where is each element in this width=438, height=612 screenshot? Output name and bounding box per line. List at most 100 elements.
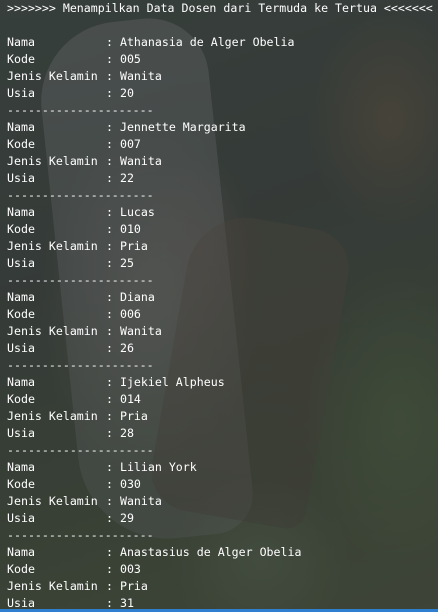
lecturer-records: Nama: Athanasia de Alger Obelia Kode: 005… [7, 34, 438, 612]
field-label: Kode [7, 562, 35, 576]
field-value: 22 [119, 171, 134, 185]
field-value: Wanita [119, 494, 162, 508]
field-value: 030 [119, 477, 141, 491]
field-colon: : [106, 460, 120, 474]
record-field-jenis-kelamin: Jenis Kelamin: Wanita [7, 493, 438, 510]
record-separator: --------------------- [7, 188, 154, 202]
field-colon: : [106, 545, 120, 559]
record-field-usia: Usia: 28 [7, 425, 438, 442]
lecturer-record: Nama: Diana Kode: 006 Jenis Kelamin: Wanit… [7, 289, 438, 374]
lecturer-record: Nama: Anastasius de Alger Obelia Kode: 00… [7, 544, 438, 612]
lecturer-record: Nama: Jennette Margarita Kode: 007 Jenis K… [7, 119, 438, 204]
field-value: 005 [119, 52, 141, 66]
field-label: Usia [7, 171, 35, 185]
record-field-kode: Kode: 030 [7, 476, 438, 493]
record-field-nama: Nama: Lucas [7, 204, 438, 221]
field-colon: : [106, 392, 120, 406]
field-label: Kode [7, 392, 35, 406]
field-label: Usia [7, 341, 35, 355]
field-value: 007 [119, 137, 141, 151]
record-field-kode: Kode: 007 [7, 136, 438, 153]
field-value: 014 [119, 392, 141, 406]
record-separator: --------------------- [7, 528, 154, 542]
record-field-kode: Kode: 005 [7, 51, 438, 68]
record-field-jenis-kelamin: Jenis Kelamin: Pria [7, 578, 438, 595]
record-field-jenis-kelamin: Jenis Kelamin: Wanita [7, 323, 438, 340]
field-value: Jennette Margarita [119, 120, 246, 134]
record-field-jenis-kelamin: Jenis Kelamin: Pria [7, 238, 438, 255]
field-value: Anastasius de Alger Obelia [119, 545, 302, 559]
field-value: 006 [119, 307, 141, 321]
field-colon: : [106, 171, 120, 185]
record-field-nama: Nama: Athanasia de Alger Obelia [7, 34, 438, 51]
record-field-kode: Kode: 014 [7, 391, 438, 408]
field-colon: : [106, 307, 120, 321]
field-label: Jenis Kelamin [7, 69, 98, 83]
field-colon: : [106, 256, 120, 270]
field-value: Pria [119, 409, 148, 423]
field-value: Pria [119, 579, 148, 593]
field-colon: : [106, 511, 120, 525]
field-label: Nama [7, 290, 35, 304]
field-label: Usia [7, 86, 35, 100]
record-field-nama: Nama: Diana [7, 289, 438, 306]
field-value: 29 [119, 511, 134, 525]
field-colon: : [106, 137, 120, 151]
record-field-kode: Kode: 010 [7, 221, 438, 238]
field-label: Kode [7, 137, 35, 151]
field-label: Jenis Kelamin [7, 579, 98, 593]
field-label: Usia [7, 256, 35, 270]
field-colon: : [106, 290, 120, 304]
field-label: Nama [7, 545, 35, 559]
record-field-usia: Usia: 22 [7, 170, 438, 187]
record-field-nama: Nama: Ijekiel Alpheus [7, 374, 438, 391]
field-label: Nama [7, 205, 35, 219]
field-value: 003 [119, 562, 141, 576]
field-label: Nama [7, 120, 35, 134]
lecturer-record: Nama: Ijekiel Alpheus Kode: 014 Jenis Kela… [7, 374, 438, 459]
record-field-nama: Nama: Lilian York [7, 459, 438, 476]
field-value: Lucas [119, 205, 155, 219]
field-label: Jenis Kelamin [7, 324, 98, 338]
field-label: Jenis Kelamin [7, 409, 98, 423]
field-colon: : [106, 494, 120, 508]
field-colon: : [106, 324, 120, 338]
field-label: Kode [7, 222, 35, 236]
record-field-nama: Nama: Jennette Margarita [7, 119, 438, 136]
field-value: 28 [119, 426, 134, 440]
field-value: Wanita [119, 324, 162, 338]
field-value: 010 [119, 222, 141, 236]
record-field-jenis-kelamin: Jenis Kelamin: Wanita [7, 153, 438, 170]
record-field-usia: Usia: 25 [7, 255, 438, 272]
field-colon: : [106, 52, 120, 66]
field-value: 25 [119, 256, 134, 270]
field-label: Kode [7, 52, 35, 66]
terminal-output: >>>>>>> Menampilkan Data Dosen dari Term… [0, 0, 438, 612]
field-colon: : [106, 562, 120, 576]
field-value: Lilian York [119, 460, 197, 474]
field-label: Kode [7, 307, 35, 321]
field-colon: : [106, 239, 120, 253]
field-colon: : [106, 205, 120, 219]
field-colon: : [106, 409, 120, 423]
field-colon: : [106, 375, 120, 389]
field-value: Wanita [119, 69, 162, 83]
field-label: Jenis Kelamin [7, 154, 98, 168]
field-value: 26 [119, 341, 134, 355]
record-separator: --------------------- [7, 103, 154, 117]
record-separator: --------------------- [7, 273, 154, 287]
field-colon: : [106, 35, 120, 49]
record-field-nama: Nama: Anastasius de Alger Obelia [7, 544, 438, 561]
record-field-kode: Kode: 006 [7, 306, 438, 323]
record-field-kode: Kode: 003 [7, 561, 438, 578]
record-field-usia: Usia: 29 [7, 510, 438, 527]
output-header: >>>>>>> Menampilkan Data Dosen dari Term… [7, 1, 433, 15]
record-field-jenis-kelamin: Jenis Kelamin: Wanita [7, 68, 438, 85]
record-field-jenis-kelamin: Jenis Kelamin: Pria [7, 408, 438, 425]
field-label: Nama [7, 35, 35, 49]
field-label: Kode [7, 477, 35, 491]
field-value: 31 [119, 596, 134, 610]
field-label: Nama [7, 460, 35, 474]
field-label: Usia [7, 426, 35, 440]
field-label: Jenis Kelamin [7, 494, 98, 508]
